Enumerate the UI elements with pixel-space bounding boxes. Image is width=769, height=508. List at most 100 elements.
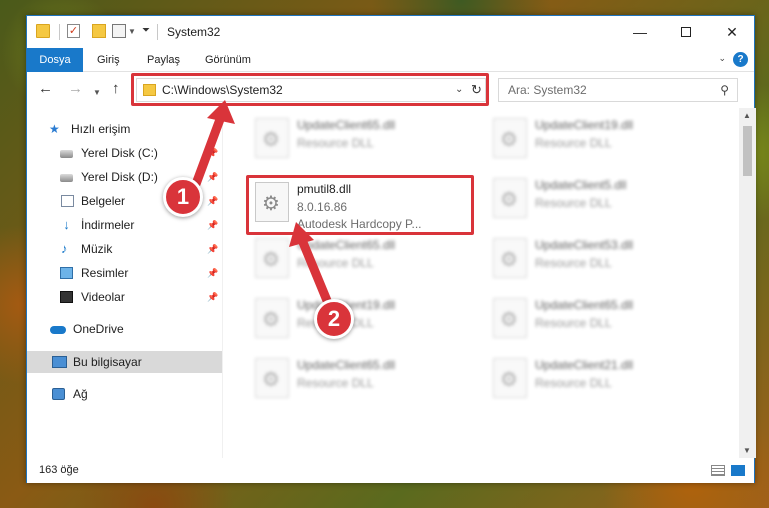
dll-file-icon: [493, 118, 527, 158]
close-button[interactable]: ✕: [709, 16, 755, 48]
sidebar-item-this-pc[interactable]: Bu bilgisayar: [27, 351, 222, 373]
pin-icon[interactable]: 📌: [207, 238, 218, 260]
pin-icon[interactable]: 📌: [207, 262, 218, 284]
music-icon: ♪: [61, 241, 68, 256]
toolbar-divider: [157, 24, 158, 40]
file-type: Resource DLL: [535, 196, 612, 210]
sidebar-item-disk-c[interactable]: Yerel Disk (C:) 📌: [27, 142, 222, 164]
file-type: Resource DLL: [535, 376, 612, 390]
customize-toolbar-icon[interactable]: ⏷: [142, 25, 150, 41]
search-placeholder: Ara: System32: [508, 83, 587, 97]
address-bar[interactable]: C:\Windows\System32 ⌄: [136, 78, 486, 102]
chevron-down-icon[interactable]: ▼: [128, 27, 136, 43]
file-version: 8.0.16.86: [297, 200, 348, 214]
file-name: UpdateClient65.dll: [535, 298, 634, 312]
sidebar-item-label: Resimler: [81, 266, 129, 280]
sidebar-item-pictures[interactable]: Resimler 📌: [27, 262, 222, 284]
sidebar-item-label: Bu bilgisayar: [73, 355, 142, 369]
search-input[interactable]: Ara: System32 ⚲: [498, 78, 738, 102]
window-title: System32: [167, 25, 221, 39]
status-bar: 163 öğe: [27, 459, 754, 483]
dll-file-icon: [493, 178, 527, 218]
pin-icon[interactable]: 📌: [207, 286, 218, 308]
sidebar-item-downloads[interactable]: ↓ İndirmeler 📌: [27, 214, 222, 236]
dll-file-icon: [255, 182, 289, 222]
pin-icon[interactable]: 📌: [207, 166, 218, 188]
documents-icon: [61, 195, 74, 207]
dll-file-icon: [493, 238, 527, 278]
expand-ribbon-icon[interactable]: ⌄: [718, 53, 726, 64]
sidebar-item-label: Yerel Disk (C:): [81, 146, 158, 160]
pin-icon[interactable]: 📌: [207, 214, 218, 236]
scroll-up-icon[interactable]: ▲: [743, 111, 751, 120]
file-name: UpdateClient65.dll: [297, 358, 396, 372]
dll-file-icon: [255, 238, 289, 278]
scroll-thumb[interactable]: [743, 126, 752, 176]
sidebar-item-music[interactable]: ♪ Müzik 📌: [27, 238, 222, 260]
address-text[interactable]: C:\Windows\System32: [162, 83, 283, 97]
file-name: UpdateClient21.dll: [535, 358, 634, 372]
file-type: Resource DLL: [297, 136, 374, 150]
sidebar-item-label: Hızlı erişim: [71, 122, 131, 136]
file-name: pmutil8.dll: [297, 182, 352, 196]
tab-file[interactable]: Dosya: [27, 48, 83, 72]
network-icon: [52, 388, 65, 400]
file-tile[interactable]: UpdateClient19.dll Resource DLL: [485, 112, 710, 168]
title-bar: ✓ ▼ ⏷ System32 — ✕: [27, 16, 754, 48]
file-tile-featured[interactable]: pmutil8.dll 8.0.16.86 Autodesk Hardcopy …: [247, 176, 472, 232]
tab-home[interactable]: Giriş: [87, 48, 130, 72]
sidebar-item-label: Belgeler: [81, 194, 126, 208]
pin-icon[interactable]: 📌: [207, 190, 218, 212]
sidebar-item-label: Müzik: [81, 242, 113, 256]
quick-access-properties-icon[interactable]: [112, 24, 126, 38]
file-tile[interactable]: UpdateClient21.dll Resource DLL: [485, 352, 710, 408]
sidebar-item-videos[interactable]: Videolar 📌: [27, 286, 222, 308]
vertical-scrollbar[interactable]: ▲ ▼: [739, 108, 756, 458]
onedrive-icon: [50, 326, 66, 334]
new-folder-icon[interactable]: [92, 24, 106, 38]
sidebar-item-onedrive[interactable]: OneDrive: [27, 318, 222, 340]
search-icon[interactable]: ⚲: [720, 83, 729, 97]
forward-arrow-icon[interactable]: →: [68, 81, 83, 97]
file-name: UpdateClient65.dll: [297, 118, 396, 132]
details-view-icon[interactable]: [711, 465, 725, 476]
tiles-view-icon[interactable]: [731, 465, 745, 476]
step-2-badge: 2: [314, 299, 354, 339]
videos-icon: [60, 291, 73, 303]
file-tile[interactable]: UpdateClient65.dll Resource DLL: [247, 112, 472, 168]
file-tile[interactable]: UpdateClient65.dll Resource DLL: [247, 232, 472, 288]
tab-view[interactable]: Görünüm: [195, 48, 261, 72]
properties-check-icon[interactable]: ✓: [67, 24, 80, 38]
tab-share[interactable]: Paylaş: [137, 48, 190, 72]
sidebar-item-network[interactable]: Ağ: [27, 383, 222, 405]
item-count: 163 öğe: [39, 464, 79, 476]
sidebar-item-label: İndirmeler: [81, 218, 135, 232]
dll-file-icon: [255, 298, 289, 338]
chevron-down-icon[interactable]: ⌄: [455, 84, 463, 95]
maximize-button[interactable]: [663, 16, 709, 48]
file-tile[interactable]: UpdateClient65.dll Resource DLL: [485, 292, 710, 348]
navigation-pane: ★ Hızlı erişim Yerel Disk (C:) 📌 Yerel D…: [27, 108, 222, 458]
refresh-button[interactable]: ↻: [466, 78, 488, 102]
file-type: Resource DLL: [535, 256, 612, 270]
file-tile[interactable]: UpdateClient5.dll Resource DLL: [485, 172, 710, 228]
file-description: Autodesk Hardcopy P...: [297, 217, 422, 231]
sidebar-item-label: OneDrive: [73, 322, 124, 336]
recent-locations-icon[interactable]: ▼: [93, 85, 101, 101]
up-arrow-icon[interactable]: ↑: [112, 81, 120, 97]
pin-icon[interactable]: 📌: [207, 142, 218, 164]
dll-file-icon: [255, 118, 289, 158]
minimize-button[interactable]: —: [617, 16, 663, 48]
scroll-down-icon[interactable]: ▼: [743, 446, 751, 455]
download-icon: ↓: [63, 217, 70, 232]
file-tile[interactable]: UpdateClient19.dll Resource DLL: [247, 292, 472, 348]
file-tile[interactable]: UpdateClient65.dll Resource DLL: [247, 352, 472, 408]
sidebar-item-label: Yerel Disk (D:): [81, 170, 158, 184]
help-icon[interactable]: ?: [733, 52, 748, 67]
sidebar-item-quick-access[interactable]: ★ Hızlı erişim: [27, 118, 222, 140]
sidebar-item-label: Ağ: [73, 387, 88, 401]
file-tile[interactable]: UpdateClient53.dll Resource DLL: [485, 232, 710, 288]
back-arrow-icon[interactable]: ←: [38, 81, 53, 97]
file-type: Resource DLL: [535, 136, 612, 150]
file-type: Resource DLL: [297, 256, 374, 270]
